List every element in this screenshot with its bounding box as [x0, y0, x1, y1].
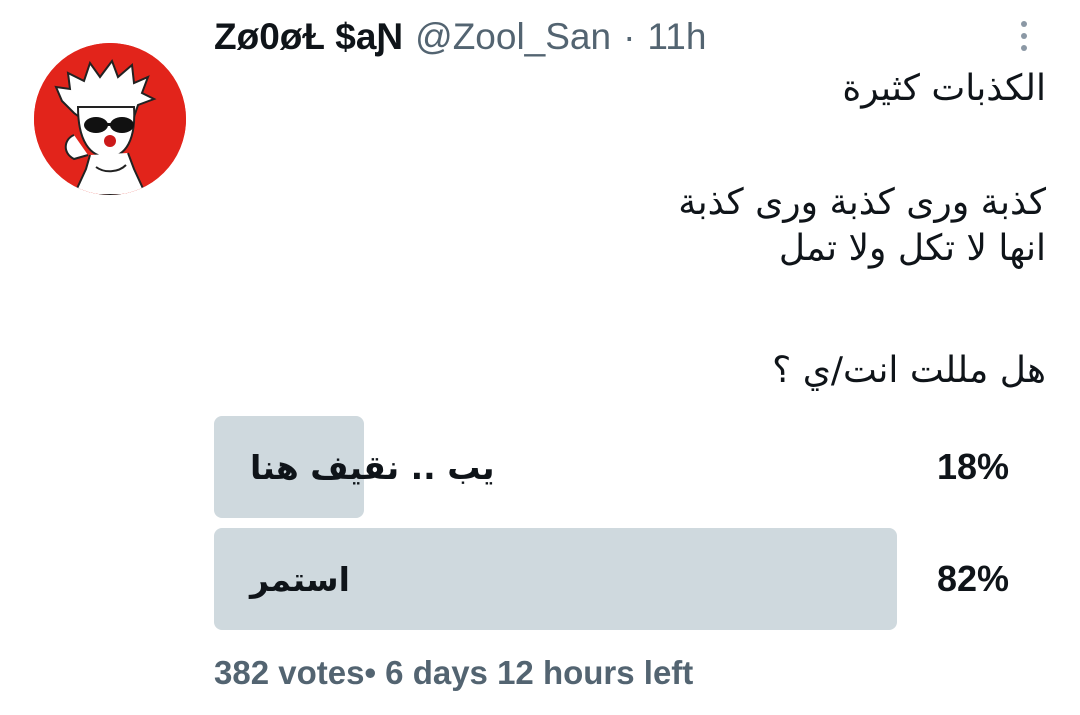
tweet-text-line: الكذبات كثيرة — [842, 68, 1046, 109]
display-name[interactable]: Zø0øⱢ $aƝ — [214, 16, 403, 58]
avatar-illustration — [34, 43, 186, 195]
poll-option-percent: 82% — [936, 558, 1009, 599]
poll-vote-count: 382 votes — [214, 654, 365, 691]
tweet-text-line: انها لا تكل ولا تمل — [778, 228, 1046, 269]
tweet-header: Zø0øⱢ $aƝ @Zool_San · 11h — [214, 14, 706, 60]
poll-option-label: استمر — [250, 559, 350, 599]
poll-option-label: يب .. نقيف هنا — [250, 447, 495, 487]
poll-footer-bullet: • — [364, 654, 376, 691]
separator-dot: · — [623, 16, 636, 57]
user-handle[interactable]: @Zool_San — [415, 16, 611, 58]
poll-option[interactable]: يب .. نقيف هنا 18% — [214, 416, 1045, 518]
poll-option[interactable]: استمر 82% — [214, 528, 1045, 630]
avatar[interactable] — [34, 43, 186, 195]
more-vertical-icon — [1021, 21, 1027, 27]
more-vertical-icon — [1021, 45, 1027, 51]
poll-option-percent: 18% — [936, 446, 1009, 487]
more-options-button[interactable] — [1004, 16, 1044, 56]
more-vertical-icon — [1021, 33, 1027, 39]
tweet-text-line: هل مللت انت/ي ؟ — [772, 350, 1046, 391]
poll-time-left: 6 days 12 hours left — [385, 654, 694, 691]
timestamp[interactable]: 11h — [647, 16, 706, 58]
poll-footer: 382 votes• 6 days 12 hours left — [214, 654, 693, 692]
tweet-text-line: كذبة ورى كذبة ورى كذبة — [678, 182, 1046, 223]
